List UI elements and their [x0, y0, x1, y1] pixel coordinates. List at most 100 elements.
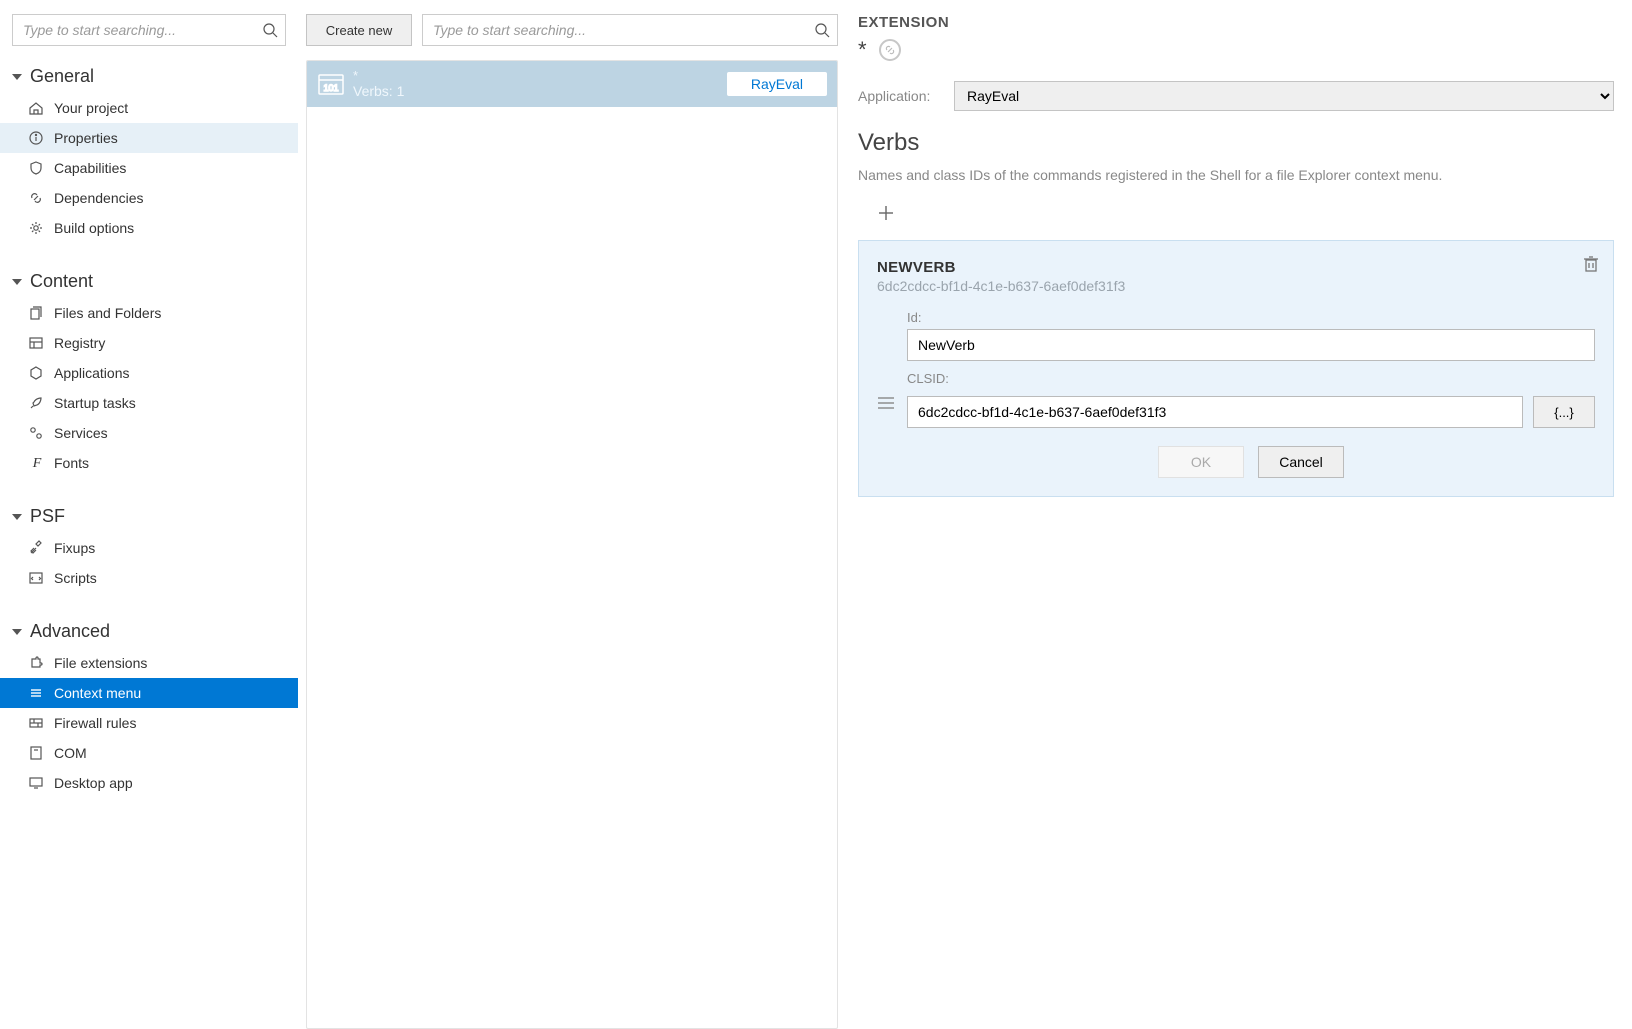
caret-down-icon	[12, 629, 22, 635]
desktop-icon	[28, 775, 46, 791]
sidebar-item-label: Files and Folders	[54, 305, 161, 321]
sidebar-item-label: Context menu	[54, 685, 141, 701]
details-panel: EXTENSION * Application: RayEval Verbs N…	[846, 0, 1632, 1029]
sidebar-item-build-options[interactable]: Build options	[0, 213, 298, 243]
ok-button: OK	[1158, 446, 1244, 478]
dirty-marker: *	[858, 37, 867, 63]
sidebar-item-label: Fixups	[54, 540, 95, 556]
sidebar-item-label: Desktop app	[54, 775, 133, 791]
section-psf[interactable]: PSF	[0, 500, 298, 533]
sidebar-search-input[interactable]	[12, 14, 286, 46]
list-area: 101 * Verbs: 1 RayEval	[306, 60, 838, 1029]
sidebar-item-services[interactable]: Services	[0, 418, 298, 448]
sidebar-item-desktop-app[interactable]: Desktop app	[0, 768, 298, 798]
sidebar-item-fixups[interactable]: Fixups	[0, 533, 298, 563]
verb-card: NEWVERB 6dc2cdcc-bf1d-4c1e-b637-6aef0def…	[858, 240, 1614, 497]
caret-down-icon	[12, 74, 22, 80]
sidebar-item-files-folders[interactable]: Files and Folders	[0, 298, 298, 328]
list-item-badge: RayEval	[727, 72, 827, 96]
cancel-button[interactable]: Cancel	[1258, 446, 1344, 478]
sidebar-item-label: Services	[54, 425, 108, 441]
link-edit-icon[interactable]	[879, 39, 901, 61]
sidebar: General Your project Properties Capabili…	[0, 0, 298, 1029]
panel-title: EXTENSION	[858, 14, 1614, 31]
gear-icon	[28, 220, 46, 236]
sidebar-item-scripts[interactable]: Scripts	[0, 563, 298, 593]
list-item-subtitle: Verbs: 1	[353, 83, 404, 100]
sidebar-item-label: Startup tasks	[54, 395, 136, 411]
sidebar-item-file-extensions[interactable]: File extensions	[0, 648, 298, 678]
section-title: General	[30, 66, 94, 87]
home-icon	[28, 100, 46, 116]
calendar-icon: 101	[315, 70, 347, 98]
verbs-heading: Verbs	[858, 129, 1614, 157]
apps-icon	[28, 365, 46, 381]
rocket-icon	[28, 395, 46, 411]
sidebar-item-label: Capabilities	[54, 160, 126, 176]
info-icon	[28, 130, 46, 146]
clsid-browse-button[interactable]: {...}	[1533, 396, 1595, 428]
puzzle-icon	[28, 655, 46, 671]
sidebar-item-dependencies[interactable]: Dependencies	[0, 183, 298, 213]
section-advanced[interactable]: Advanced	[0, 615, 298, 648]
search-icon	[262, 22, 278, 38]
registry-icon	[28, 335, 46, 351]
sidebar-item-label: Firewall rules	[54, 715, 136, 731]
sidebar-item-properties[interactable]: Properties	[0, 123, 298, 153]
files-icon	[28, 305, 46, 321]
sidebar-item-startup-tasks[interactable]: Startup tasks	[0, 388, 298, 418]
create-new-button[interactable]: Create new	[306, 14, 412, 46]
sidebar-item-label: COM	[54, 745, 87, 761]
list-item-text: * Verbs: 1	[353, 68, 404, 100]
shield-icon	[28, 160, 46, 176]
verb-name: NEWVERB	[877, 259, 1595, 276]
link-icon	[28, 190, 46, 206]
id-label: Id:	[907, 310, 1595, 325]
sidebar-item-label: Fonts	[54, 455, 89, 471]
delete-icon[interactable]	[1583, 255, 1599, 273]
add-verb-button[interactable]	[868, 199, 904, 227]
application-label: Application:	[858, 88, 954, 104]
sidebar-item-your-project[interactable]: Your project	[0, 93, 298, 123]
sidebar-item-label: Your project	[54, 100, 128, 116]
font-icon: F	[28, 454, 46, 472]
tools-icon	[28, 540, 46, 556]
drag-handle-icon[interactable]	[877, 396, 895, 410]
clsid-input[interactable]	[907, 396, 1523, 428]
verbs-description: Names and class IDs of the commands regi…	[858, 165, 1614, 185]
section-title: Advanced	[30, 621, 110, 642]
firewall-icon	[28, 715, 46, 731]
sidebar-item-registry[interactable]: Registry	[0, 328, 298, 358]
caret-down-icon	[12, 514, 22, 520]
sidebar-item-applications[interactable]: Applications	[0, 358, 298, 388]
section-content[interactable]: Content	[0, 265, 298, 298]
menu-icon	[28, 685, 46, 701]
sidebar-item-capabilities[interactable]: Capabilities	[0, 153, 298, 183]
sidebar-item-context-menu[interactable]: Context menu	[0, 678, 298, 708]
sidebar-item-label: Applications	[54, 365, 130, 381]
list-item[interactable]: 101 * Verbs: 1 RayEval	[307, 61, 837, 107]
search-icon	[814, 22, 830, 38]
sidebar-item-label: Dependencies	[54, 190, 144, 206]
middle-search-input[interactable]	[422, 14, 838, 46]
sidebar-item-label: Properties	[54, 130, 118, 146]
com-icon	[28, 745, 46, 761]
verb-guid: 6dc2cdcc-bf1d-4c1e-b637-6aef0def31f3	[877, 278, 1595, 294]
svg-text:101: 101	[323, 83, 338, 93]
sidebar-item-firewall-rules[interactable]: Firewall rules	[0, 708, 298, 738]
section-general[interactable]: General	[0, 60, 298, 93]
section-title: Content	[30, 271, 93, 292]
id-input[interactable]	[907, 329, 1595, 361]
sidebar-item-fonts[interactable]: F Fonts	[0, 448, 298, 478]
sidebar-item-label: Build options	[54, 220, 134, 236]
sidebar-item-label: Registry	[54, 335, 105, 351]
script-icon	[28, 570, 46, 586]
caret-down-icon	[12, 279, 22, 285]
sidebar-item-com[interactable]: COM	[0, 738, 298, 768]
services-icon	[28, 425, 46, 441]
dirty-marker: *	[353, 68, 404, 84]
application-select[interactable]: RayEval	[954, 81, 1614, 111]
middle-panel: Create new 101 * Verbs: 1 RayEval	[298, 0, 846, 1029]
clsid-label: CLSID:	[907, 371, 1595, 386]
section-title: PSF	[30, 506, 65, 527]
